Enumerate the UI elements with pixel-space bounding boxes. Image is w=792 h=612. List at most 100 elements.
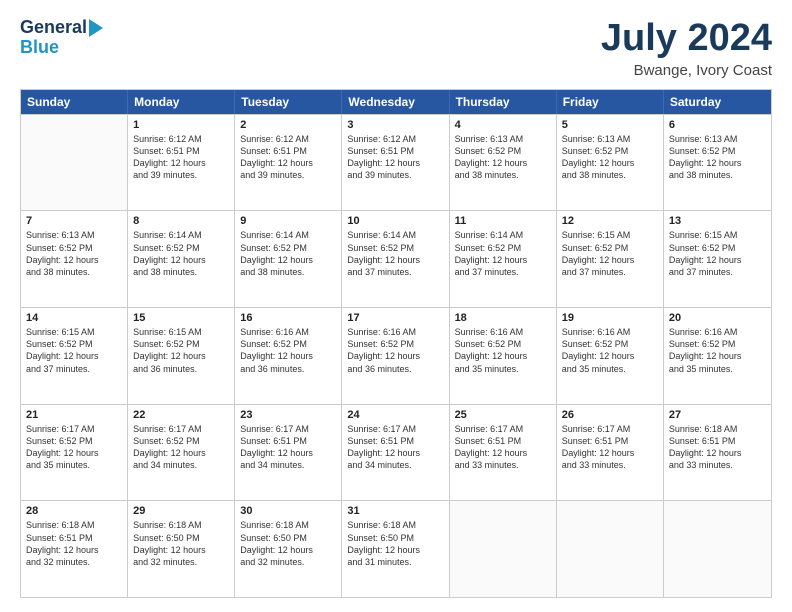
day-number: 21 xyxy=(26,409,122,421)
day-number: 17 xyxy=(347,312,443,324)
cell-info-line: Daylight: 12 hours xyxy=(26,447,122,459)
cal-cell: 8Sunrise: 6:14 AMSunset: 6:52 PMDaylight… xyxy=(128,211,235,307)
cell-info-line: Daylight: 12 hours xyxy=(347,254,443,266)
cell-info-line: Sunset: 6:52 PM xyxy=(133,338,229,350)
cell-info-line: and 32 minutes. xyxy=(133,556,229,568)
cell-info-line: Sunset: 6:52 PM xyxy=(240,242,336,254)
cal-cell: 16Sunrise: 6:16 AMSunset: 6:52 PMDayligh… xyxy=(235,308,342,404)
cell-info-line: Sunrise: 6:18 AM xyxy=(26,519,122,531)
day-number: 30 xyxy=(240,505,336,517)
cell-info-line: Sunset: 6:52 PM xyxy=(455,145,551,157)
cell-info-line: Sunset: 6:52 PM xyxy=(455,338,551,350)
day-number: 16 xyxy=(240,312,336,324)
day-number: 2 xyxy=(240,119,336,131)
day-number: 26 xyxy=(562,409,658,421)
cell-info-line: Sunset: 6:50 PM xyxy=(133,532,229,544)
cell-info-line: Daylight: 12 hours xyxy=(26,544,122,556)
cell-info-line: Daylight: 12 hours xyxy=(133,254,229,266)
calendar-row-3: 14Sunrise: 6:15 AMSunset: 6:52 PMDayligh… xyxy=(21,307,771,404)
cal-cell: 20Sunrise: 6:16 AMSunset: 6:52 PMDayligh… xyxy=(664,308,771,404)
cell-info-line: Sunrise: 6:17 AM xyxy=(455,423,551,435)
cal-cell: 6Sunrise: 6:13 AMSunset: 6:52 PMDaylight… xyxy=(664,115,771,211)
calendar-row-2: 7Sunrise: 6:13 AMSunset: 6:52 PMDaylight… xyxy=(21,210,771,307)
cell-info-line: Daylight: 12 hours xyxy=(562,254,658,266)
day-number: 20 xyxy=(669,312,766,324)
calendar-row-5: 28Sunrise: 6:18 AMSunset: 6:51 PMDayligh… xyxy=(21,500,771,597)
cell-info-line: Sunset: 6:51 PM xyxy=(669,435,766,447)
cell-info-line: Sunset: 6:52 PM xyxy=(669,145,766,157)
cell-info-line: Sunset: 6:52 PM xyxy=(669,242,766,254)
cal-cell: 14Sunrise: 6:15 AMSunset: 6:52 PMDayligh… xyxy=(21,308,128,404)
cell-info-line: Sunset: 6:52 PM xyxy=(347,338,443,350)
cell-info-line: and 35 minutes. xyxy=(562,363,658,375)
cell-info-line: and 34 minutes. xyxy=(133,459,229,471)
cell-info-line: Sunrise: 6:17 AM xyxy=(133,423,229,435)
cell-info-line: Sunrise: 6:13 AM xyxy=(562,133,658,145)
cal-cell: 4Sunrise: 6:13 AMSunset: 6:52 PMDaylight… xyxy=(450,115,557,211)
cell-info-line: Daylight: 12 hours xyxy=(240,157,336,169)
logo-line1: General xyxy=(20,18,103,38)
day-number: 27 xyxy=(669,409,766,421)
cal-cell: 2Sunrise: 6:12 AMSunset: 6:51 PMDaylight… xyxy=(235,115,342,211)
cell-info-line: Daylight: 12 hours xyxy=(347,157,443,169)
cal-cell: 19Sunrise: 6:16 AMSunset: 6:52 PMDayligh… xyxy=(557,308,664,404)
cal-cell xyxy=(450,501,557,597)
cell-info-line: Sunrise: 6:17 AM xyxy=(240,423,336,435)
cell-info-line: and 34 minutes. xyxy=(240,459,336,471)
cal-cell: 9Sunrise: 6:14 AMSunset: 6:52 PMDaylight… xyxy=(235,211,342,307)
cell-info-line: Daylight: 12 hours xyxy=(133,447,229,459)
cal-cell: 10Sunrise: 6:14 AMSunset: 6:52 PMDayligh… xyxy=(342,211,449,307)
cell-info-line: Sunrise: 6:15 AM xyxy=(562,229,658,241)
day-number: 24 xyxy=(347,409,443,421)
day-number: 14 xyxy=(26,312,122,324)
cal-cell: 13Sunrise: 6:15 AMSunset: 6:52 PMDayligh… xyxy=(664,211,771,307)
cell-info-line: Sunrise: 6:18 AM xyxy=(133,519,229,531)
cell-info-line: Sunset: 6:51 PM xyxy=(26,532,122,544)
cell-info-line: Daylight: 12 hours xyxy=(455,157,551,169)
cell-info-line: and 34 minutes. xyxy=(347,459,443,471)
day-number: 9 xyxy=(240,215,336,227)
cell-info-line: Daylight: 12 hours xyxy=(562,157,658,169)
location: Bwange, Ivory Coast xyxy=(601,62,772,79)
cell-info-line: Sunrise: 6:13 AM xyxy=(26,229,122,241)
cell-info-line: Daylight: 12 hours xyxy=(240,254,336,266)
day-number: 8 xyxy=(133,215,229,227)
cal-cell: 30Sunrise: 6:18 AMSunset: 6:50 PMDayligh… xyxy=(235,501,342,597)
cell-info-line: Daylight: 12 hours xyxy=(562,447,658,459)
day-number: 1 xyxy=(133,119,229,131)
cal-cell: 17Sunrise: 6:16 AMSunset: 6:52 PMDayligh… xyxy=(342,308,449,404)
day-number: 3 xyxy=(347,119,443,131)
cell-info-line: Sunset: 6:52 PM xyxy=(26,242,122,254)
cell-info-line: Daylight: 12 hours xyxy=(562,350,658,362)
cell-info-line: and 37 minutes. xyxy=(562,266,658,278)
cal-cell: 5Sunrise: 6:13 AMSunset: 6:52 PMDaylight… xyxy=(557,115,664,211)
cell-info-line: and 35 minutes. xyxy=(669,363,766,375)
cell-info-line: Sunrise: 6:17 AM xyxy=(562,423,658,435)
cal-cell: 25Sunrise: 6:17 AMSunset: 6:51 PMDayligh… xyxy=(450,405,557,501)
cal-cell: 11Sunrise: 6:14 AMSunset: 6:52 PMDayligh… xyxy=(450,211,557,307)
header: General Blue July 2024 Bwange, Ivory Coa… xyxy=(20,18,772,79)
cell-info-line: Sunset: 6:52 PM xyxy=(455,242,551,254)
cell-info-line: Sunrise: 6:15 AM xyxy=(133,326,229,338)
cell-info-line: and 35 minutes. xyxy=(26,459,122,471)
cal-cell: 26Sunrise: 6:17 AMSunset: 6:51 PMDayligh… xyxy=(557,405,664,501)
cal-cell xyxy=(21,115,128,211)
day-number: 23 xyxy=(240,409,336,421)
cell-info-line: Daylight: 12 hours xyxy=(240,544,336,556)
day-number: 22 xyxy=(133,409,229,421)
cal-cell: 29Sunrise: 6:18 AMSunset: 6:50 PMDayligh… xyxy=(128,501,235,597)
cell-info-line: and 32 minutes. xyxy=(26,556,122,568)
month-title: July 2024 xyxy=(601,18,772,60)
cell-info-line: Sunrise: 6:17 AM xyxy=(347,423,443,435)
calendar: SundayMondayTuesdayWednesdayThursdayFrid… xyxy=(20,89,772,598)
cell-info-line: and 38 minutes. xyxy=(240,266,336,278)
calendar-row-4: 21Sunrise: 6:17 AMSunset: 6:52 PMDayligh… xyxy=(21,404,771,501)
logo-text-blue: Blue xyxy=(20,38,59,58)
cell-info-line: and 38 minutes. xyxy=(562,169,658,181)
cell-info-line: Sunset: 6:52 PM xyxy=(347,242,443,254)
calendar-header: SundayMondayTuesdayWednesdayThursdayFrid… xyxy=(21,90,771,114)
cell-info-line: and 37 minutes. xyxy=(26,363,122,375)
day-number: 13 xyxy=(669,215,766,227)
day-number: 31 xyxy=(347,505,443,517)
day-number: 19 xyxy=(562,312,658,324)
